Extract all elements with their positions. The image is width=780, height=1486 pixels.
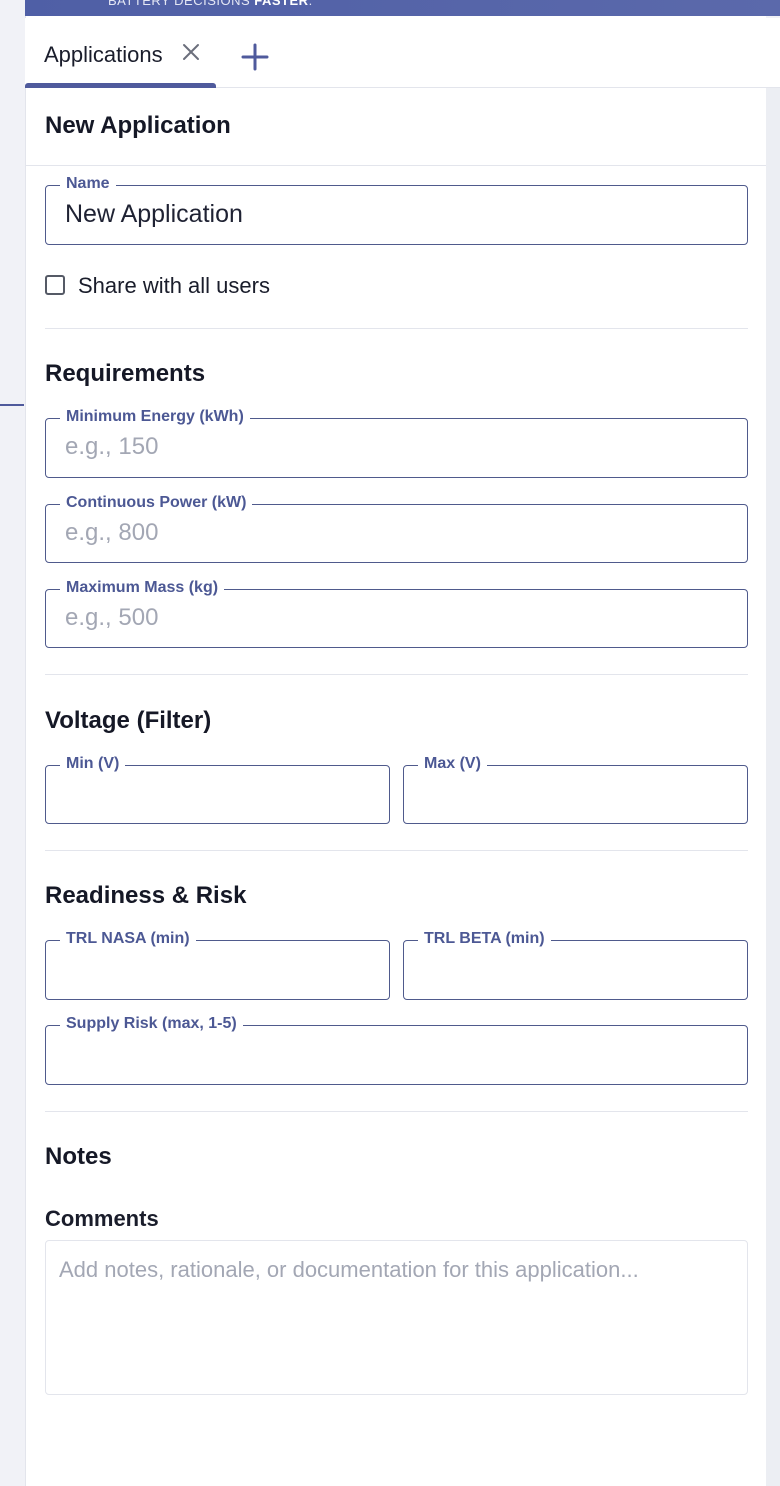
left-rail-marker	[0, 404, 24, 406]
divider	[45, 674, 748, 675]
voltage-min-label: Min (V)	[60, 755, 126, 773]
voltage-min-field[interactable]: Min (V)	[45, 755, 390, 824]
page-title: New Application	[45, 112, 231, 139]
divider	[45, 1111, 748, 1112]
name-field-label: Name	[60, 175, 116, 193]
tab-applications[interactable]: Applications	[25, 18, 216, 88]
continuous-power-field[interactable]: Continuous Power (kW) e.g., 800	[45, 494, 748, 563]
application-panel: New Application Name New Application Sha…	[25, 16, 767, 1486]
max-mass-label: Maximum Mass (kg)	[60, 579, 225, 597]
banner-tagline: BATTERY DECISIONS FASTER.	[108, 0, 313, 8]
requirements-title: Requirements	[45, 360, 206, 387]
supply-risk-field[interactable]: Supply Risk (max, 1-5)	[45, 1015, 748, 1085]
min-energy-field[interactable]: Minimum Energy (kWh) e.g., 150	[45, 408, 748, 478]
notes-title: Notes	[45, 1143, 112, 1170]
share-checkbox-label: Share with all users	[78, 273, 270, 298]
min-energy-label: Minimum Energy (kWh)	[60, 408, 250, 426]
comments-label: Comments	[45, 1206, 159, 1231]
active-tab-indicator	[25, 83, 216, 88]
tab-bar: Applications	[25, 18, 780, 88]
trl-nasa-label: TRL NASA (min)	[60, 930, 196, 948]
trl-beta-label: TRL BETA (min)	[418, 930, 551, 948]
close-icon[interactable]	[181, 42, 201, 62]
tab-applications-label: Applications	[44, 42, 163, 67]
panel-header: New Application	[26, 88, 767, 166]
plus-icon[interactable]	[240, 42, 270, 72]
share-checkbox[interactable]	[45, 275, 65, 295]
divider	[45, 328, 748, 329]
name-field[interactable]: Name New Application	[45, 175, 748, 245]
readiness-title: Readiness & Risk	[45, 882, 247, 909]
continuous-power-label: Continuous Power (kW)	[60, 494, 253, 512]
voltage-max-field[interactable]: Max (V)	[403, 755, 748, 824]
voltage-title: Voltage (Filter)	[45, 707, 212, 734]
max-mass-placeholder: e.g., 500	[65, 604, 159, 631]
supply-risk-label: Supply Risk (max, 1-5)	[60, 1015, 243, 1033]
trl-nasa-field[interactable]: TRL NASA (min)	[45, 930, 390, 1000]
max-mass-field[interactable]: Maximum Mass (kg) e.g., 500	[45, 579, 748, 648]
scrollbar-track[interactable]	[766, 88, 780, 1486]
continuous-power-placeholder: e.g., 800	[65, 519, 159, 546]
min-energy-placeholder: e.g., 150	[65, 433, 159, 460]
comments-placeholder: Add notes, rationale, or documentation f…	[59, 1257, 639, 1282]
top-banner: BATTERY DECISIONS FASTER.	[25, 0, 780, 16]
divider	[45, 850, 748, 851]
comments-textarea[interactable]: Add notes, rationale, or documentation f…	[45, 1240, 748, 1395]
trl-beta-field[interactable]: TRL BETA (min)	[403, 930, 748, 1000]
voltage-max-label: Max (V)	[418, 755, 487, 773]
name-field-value: New Application	[65, 200, 243, 228]
